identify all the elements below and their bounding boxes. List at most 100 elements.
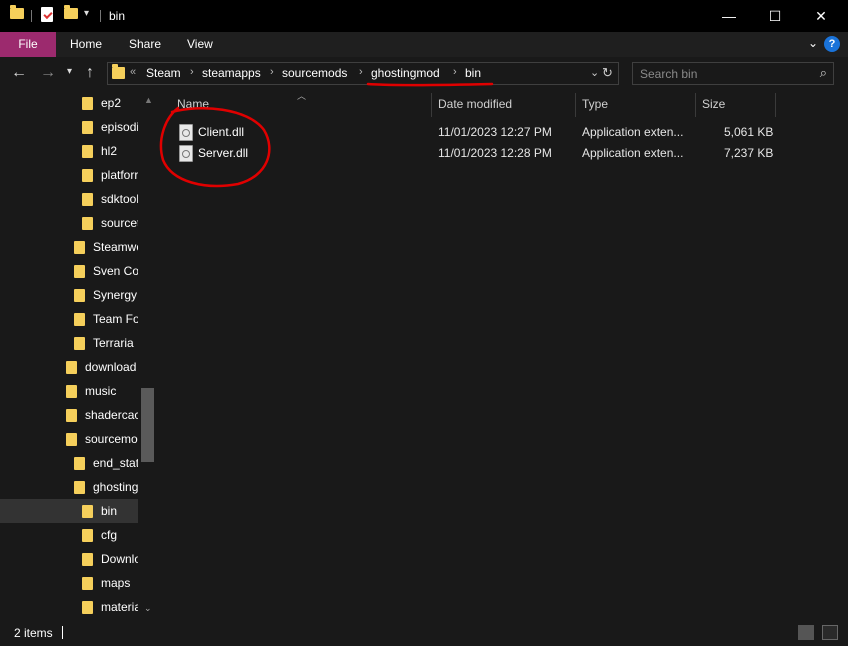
column-header-type[interactable]: Type xyxy=(582,97,608,111)
tab-home[interactable]: Home xyxy=(56,32,116,57)
column-header-size[interactable]: Size xyxy=(702,97,725,111)
tree-item[interactable]: end_stati xyxy=(70,451,138,475)
dll-file-icon xyxy=(179,124,193,141)
file-name: Client.dll xyxy=(198,125,245,139)
new-folder-icon[interactable] xyxy=(64,5,78,19)
refresh-icon[interactable]: ↻ xyxy=(602,65,613,81)
forward-arrow-icon[interactable]: → xyxy=(40,64,56,82)
breadcrumb-sourcemods[interactable]: sourcemods xyxy=(282,66,347,80)
tree-item[interactable]: hl2 xyxy=(78,139,138,163)
tree-item[interactable]: platforr xyxy=(78,163,138,187)
folder-icon xyxy=(66,361,77,374)
search-input[interactable]: Search bin ⌕ xyxy=(632,62,834,85)
separator xyxy=(100,10,101,22)
tab-file[interactable]: File xyxy=(0,32,56,57)
folder-icon xyxy=(74,241,85,254)
navigation-pane[interactable]: ep2 episodi hl2 platforr sdktool sourcet… xyxy=(0,89,156,620)
tab-view[interactable]: View xyxy=(173,32,227,57)
tree-item-label: Team For xyxy=(93,312,138,326)
tree-item[interactable]: Sven Co- xyxy=(70,259,138,283)
scroll-up-icon[interactable]: ▲ xyxy=(144,95,153,105)
column-divider[interactable] xyxy=(695,93,696,117)
breadcrumb-steam[interactable]: Steam xyxy=(146,66,181,80)
chevron-right-icon[interactable]: › xyxy=(359,66,363,78)
file-list[interactable]: ︿ Name Date modified Type Size Client.dl… xyxy=(157,89,848,620)
folder-icon xyxy=(74,457,85,470)
tree-item[interactable]: cfg xyxy=(78,523,138,547)
separator xyxy=(31,10,32,22)
tree-item[interactable]: ghosting xyxy=(70,475,138,499)
tree-item-label: bin xyxy=(101,504,118,518)
customize-toolbar-icon[interactable]: ▾ xyxy=(84,8,89,19)
tree-item[interactable]: materia xyxy=(78,595,138,619)
tree-item[interactable]: music xyxy=(62,379,138,403)
tree-item-selected[interactable]: bin xyxy=(0,499,138,523)
tree-item[interactable]: Team For xyxy=(70,307,138,331)
close-button[interactable]: ✕ xyxy=(798,0,844,32)
chevron-right-icon[interactable]: › xyxy=(270,66,274,78)
folder-icon xyxy=(74,313,85,326)
breadcrumb-steamapps[interactable]: steamapps xyxy=(202,66,261,80)
tree-item[interactable]: Terraria xyxy=(70,331,138,355)
overflow-icon[interactable]: « xyxy=(130,66,136,78)
tree-item[interactable]: episodi xyxy=(78,115,138,139)
search-placeholder: Search bin xyxy=(640,67,698,81)
ribbon: File Home Share View ⌄ ? xyxy=(0,32,848,57)
folder-icon xyxy=(82,601,93,614)
tree-item[interactable]: Synergy xyxy=(70,283,138,307)
address-bar[interactable]: « Steam › steamapps › sourcemods › ghost… xyxy=(107,62,619,85)
folder-icon xyxy=(66,385,77,398)
tree-item-label: download xyxy=(85,360,137,374)
folder-icon xyxy=(82,169,93,182)
file-date: 11/01/2023 12:28 PM xyxy=(438,146,552,160)
tree-item[interactable]: shadercac xyxy=(62,403,138,427)
tree-item-label: ep2 xyxy=(101,96,122,110)
large-icons-view-icon[interactable] xyxy=(822,625,838,640)
chevron-down-icon[interactable]: ⌄ xyxy=(590,66,599,79)
breadcrumb-bin[interactable]: bin xyxy=(465,66,481,80)
folder-icon xyxy=(66,409,77,422)
file-size: 5,061 KB xyxy=(724,125,774,139)
tree-item[interactable]: ep2 xyxy=(78,91,138,115)
breadcrumb-ghostingmod[interactable]: ghostingmod xyxy=(371,66,440,80)
folder-icon xyxy=(82,577,93,590)
search-icon[interactable]: ⌕ xyxy=(820,65,827,81)
tree-item[interactable]: Steamwo xyxy=(70,235,138,259)
sort-ascending-icon: ︿ xyxy=(297,91,307,101)
text-cursor xyxy=(62,626,63,639)
scroll-down-icon[interactable]: ⌄ xyxy=(144,603,152,614)
chevron-right-icon[interactable]: › xyxy=(453,66,457,78)
tree-item[interactable]: sourcemo xyxy=(62,427,138,451)
chevron-right-icon[interactable]: › xyxy=(190,66,194,78)
file-row[interactable]: Server.dll 11/01/2023 12:28 PM Applicati… xyxy=(175,143,795,164)
expand-ribbon-icon[interactable]: ⌄ xyxy=(808,36,818,50)
column-divider[interactable] xyxy=(431,93,432,117)
tab-share[interactable]: Share xyxy=(115,32,175,57)
dll-file-icon xyxy=(179,145,193,162)
scrollbar-thumb[interactable] xyxy=(141,388,154,462)
column-divider[interactable] xyxy=(575,93,576,117)
tree-item-label: Sven Co- xyxy=(93,264,138,278)
tree-item[interactable]: maps xyxy=(78,571,138,595)
tree-item-label: cfg xyxy=(101,528,118,542)
details-view-icon[interactable] xyxy=(798,625,814,640)
file-date: 11/01/2023 12:27 PM xyxy=(438,125,552,139)
back-arrow-icon[interactable]: ← xyxy=(11,64,27,82)
tree-item[interactable]: sdktool xyxy=(78,187,138,211)
recent-locations-icon[interactable]: ▾ xyxy=(67,66,72,77)
column-header-date[interactable]: Date modified xyxy=(438,97,512,111)
file-name: Server.dll xyxy=(198,146,249,160)
properties-icon[interactable] xyxy=(41,7,53,22)
tree-item[interactable]: download xyxy=(62,355,138,379)
maximize-button[interactable]: ☐ xyxy=(752,0,798,32)
tree-item[interactable]: Downlo xyxy=(78,547,138,571)
minimize-button[interactable]: — xyxy=(706,0,752,32)
help-button[interactable]: ? xyxy=(824,36,840,52)
file-type: Application exten... xyxy=(582,146,684,160)
tree-item-label: maps xyxy=(101,576,131,590)
up-arrow-icon[interactable]: ↑ xyxy=(86,64,94,82)
file-row[interactable]: Client.dll 11/01/2023 12:27 PM Applicati… xyxy=(175,122,795,143)
column-header-name[interactable]: Name xyxy=(177,97,209,111)
tree-item[interactable]: sourcet xyxy=(78,211,138,235)
column-divider[interactable] xyxy=(775,93,776,117)
